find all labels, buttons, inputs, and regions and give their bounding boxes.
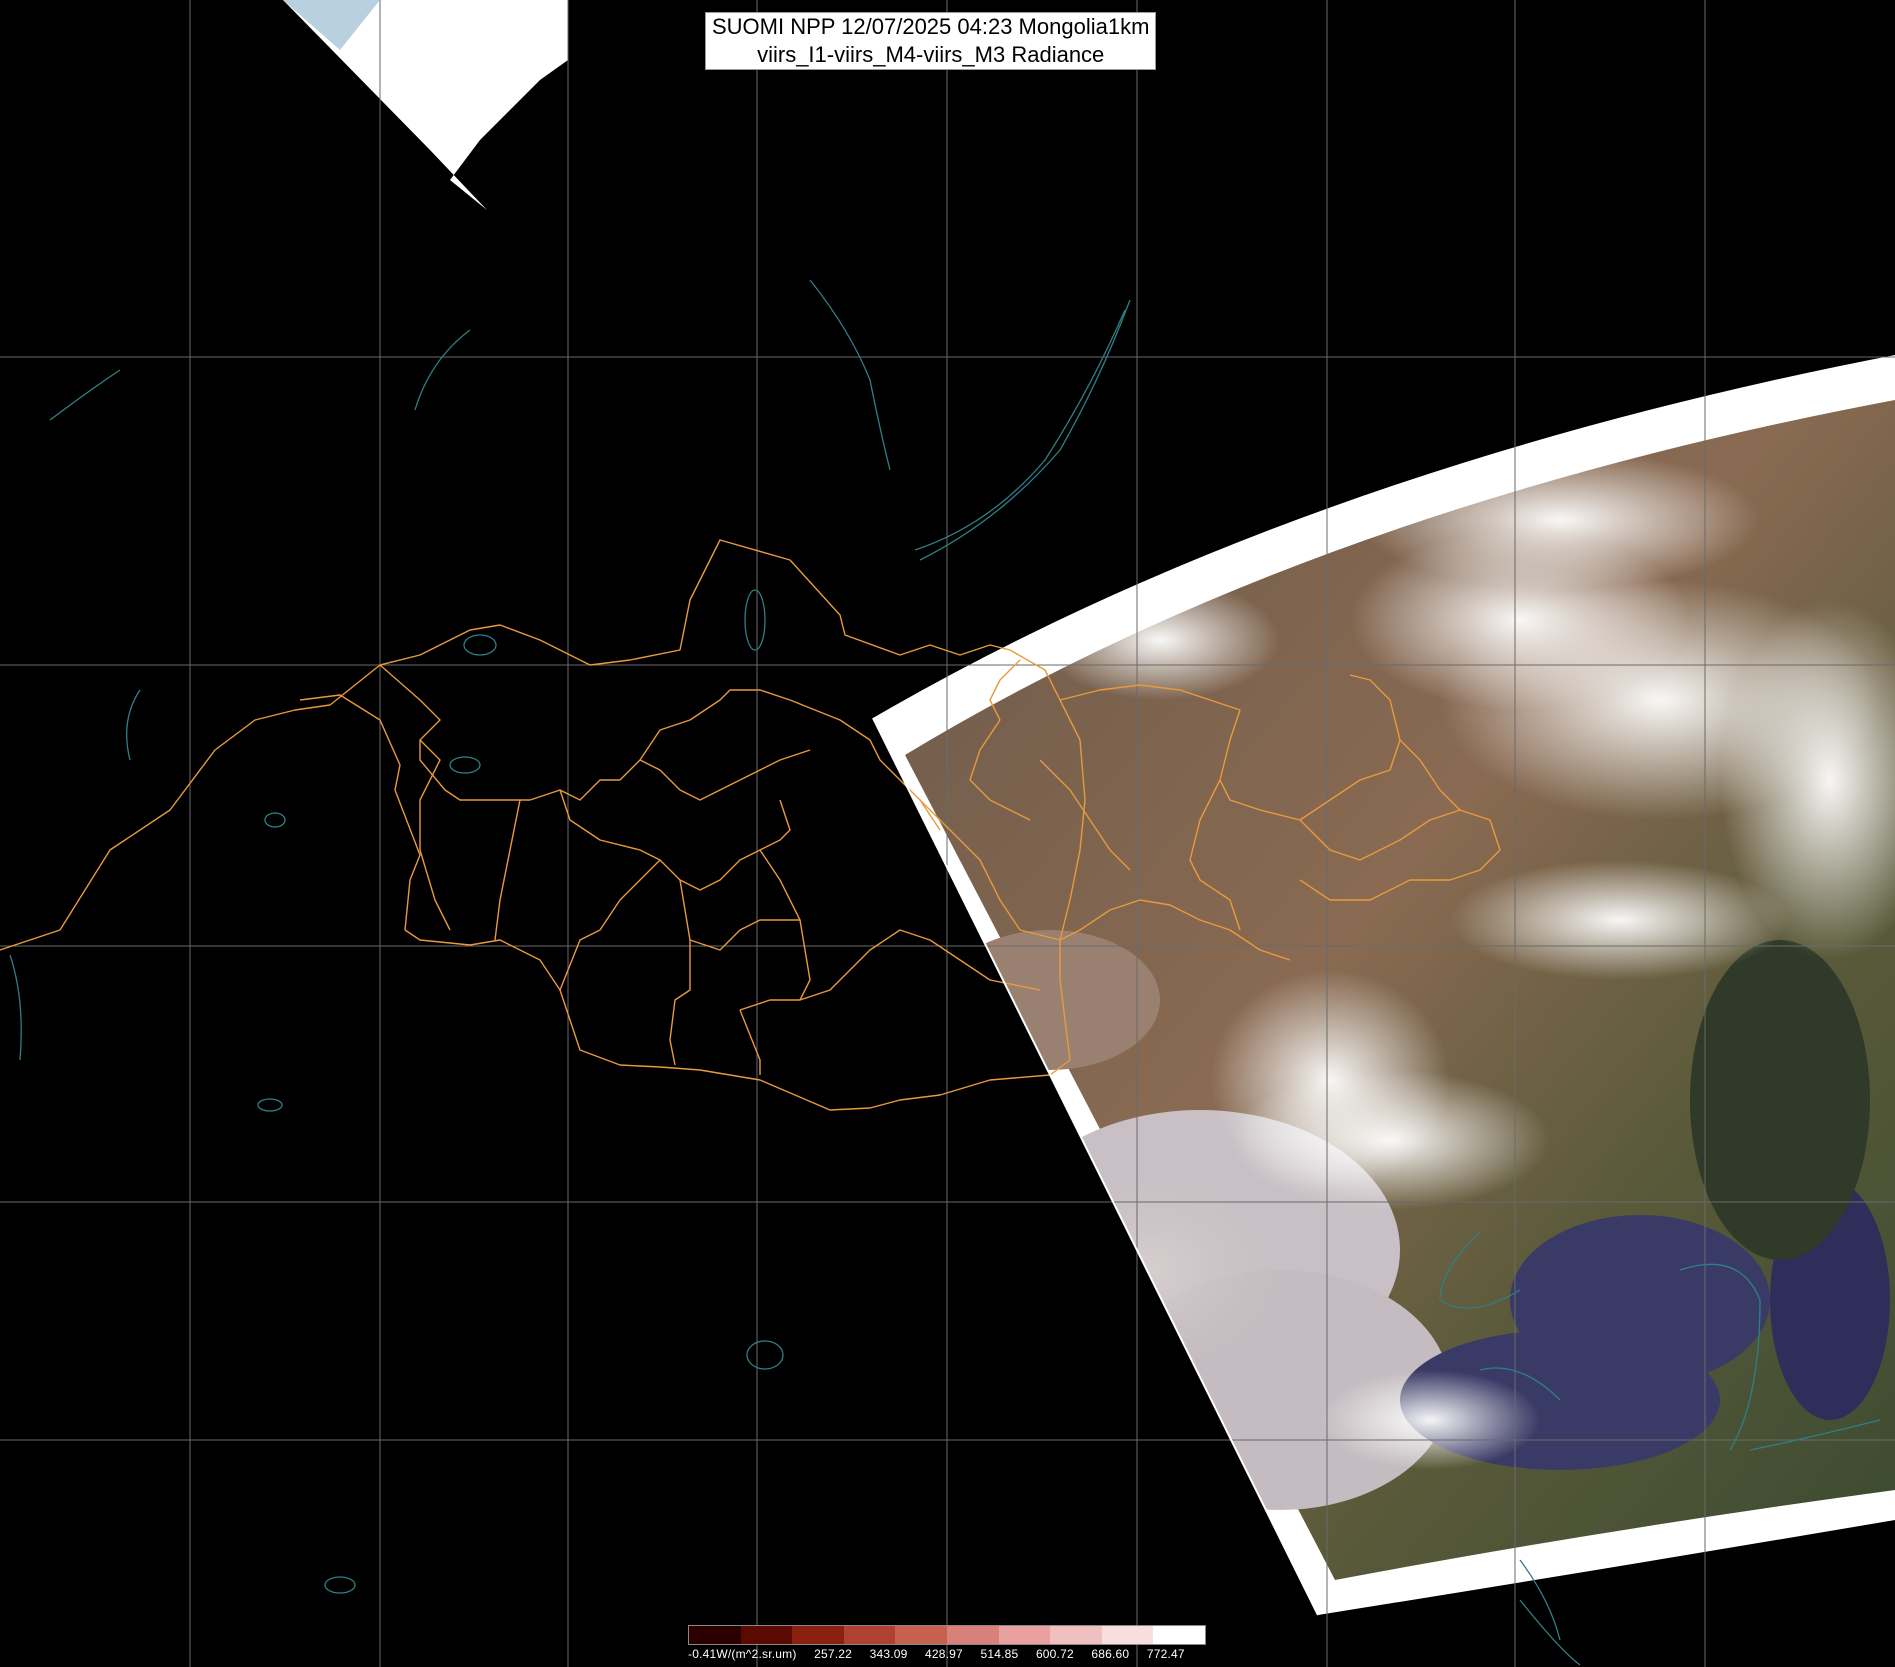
title-line-2: viirs_I1-viirs_M4-viirs_M3 Radiance	[757, 42, 1105, 67]
legend-swatch	[946, 1626, 999, 1644]
legend-tick: 428.97	[925, 1647, 963, 1661]
title-line-1: SUOMI NPP 12/07/2025 04:23 Mongolia1km	[712, 14, 1150, 39]
legend-labels: -0.41W/(m^2.sr.um) 257.22 343.09 428.97 …	[688, 1647, 1206, 1661]
legend-swatch	[1050, 1626, 1102, 1644]
legend-swatch	[895, 1626, 947, 1644]
legend-tick: 772.47	[1146, 1647, 1185, 1661]
legend-swatch	[740, 1626, 793, 1644]
legend-swatch	[1153, 1626, 1205, 1644]
map-title: SUOMI NPP 12/07/2025 04:23 Mongolia1km v…	[705, 12, 1157, 70]
legend-tick: 686.60	[1091, 1647, 1130, 1661]
legend-color-bar	[688, 1625, 1206, 1645]
satellite-map	[0, 0, 1895, 1667]
legend-swatch	[1101, 1626, 1154, 1644]
legend-tick: 600.72	[1035, 1647, 1074, 1661]
legend-unit-label: -0.41W/(m^2.sr.um)	[688, 1647, 797, 1661]
legend-swatch	[792, 1626, 844, 1644]
legend-swatch	[689, 1626, 741, 1644]
legend-tick: 257.22	[814, 1647, 853, 1661]
legend-swatch	[843, 1626, 896, 1644]
legend-tick: 514.85	[980, 1647, 1019, 1661]
legend-tick: 343.09	[869, 1647, 908, 1661]
legend-swatch	[998, 1626, 1051, 1644]
color-legend: -0.41W/(m^2.sr.um) 257.22 343.09 428.97 …	[688, 1625, 1206, 1661]
